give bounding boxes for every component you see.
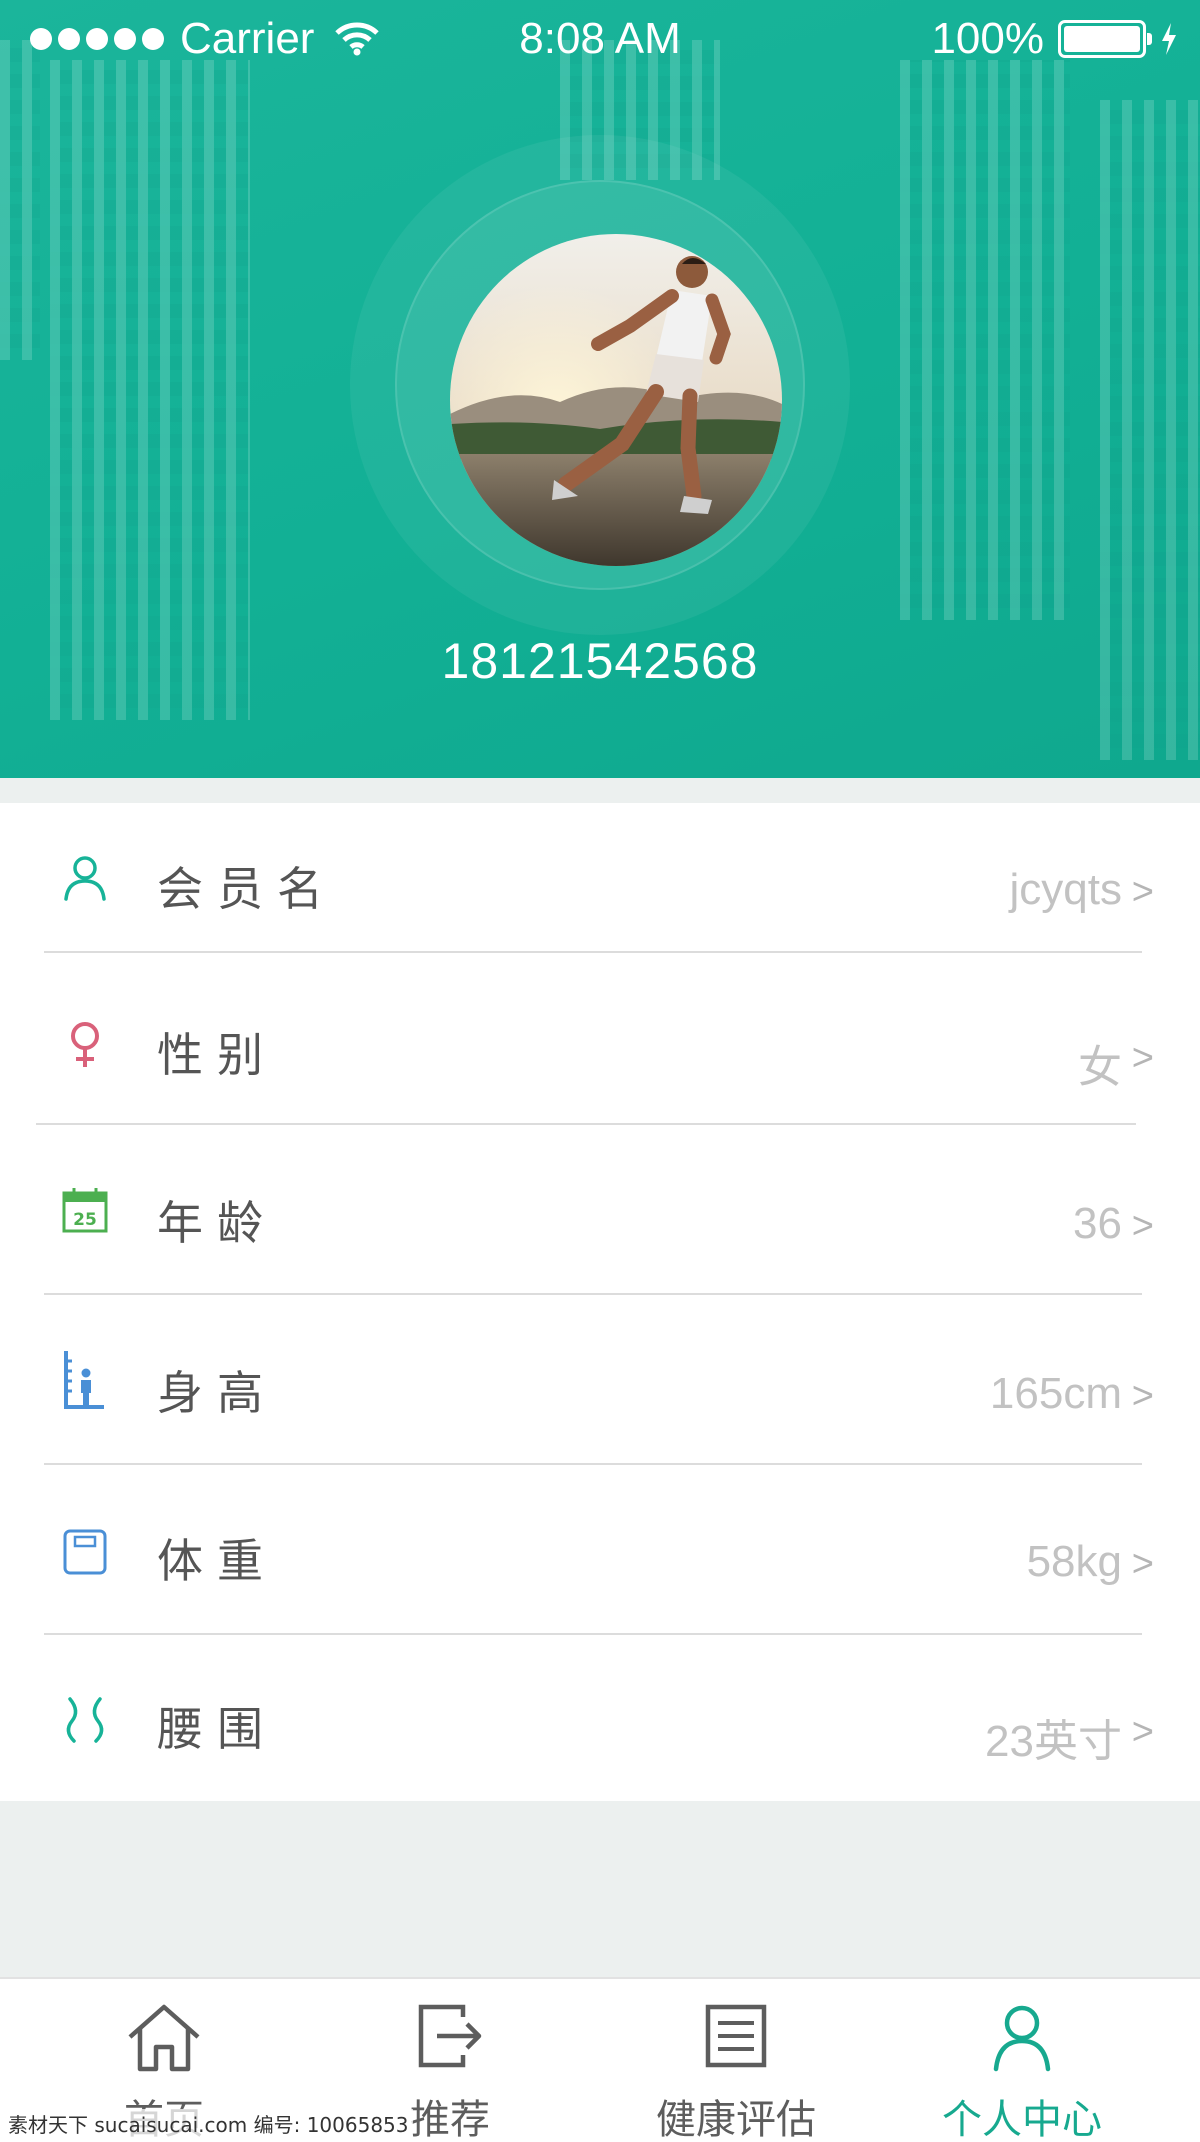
status-bar: Carrier 8:08 AM 100%: [0, 0, 1200, 80]
scale-icon: [63, 1529, 107, 1575]
row-member-name[interactable]: 会员名 jcyqts >: [0, 803, 1200, 971]
profile-info-list: 会员名 jcyqts > 性别 女 > 25 年龄 36 > 身高 165cm …: [0, 803, 1200, 1801]
row-value: 165cm: [989, 1369, 1122, 1418]
battery-icon: [1058, 20, 1152, 58]
row-label: 体重: [157, 1534, 277, 1588]
row-weight[interactable]: 体重 58kg >: [0, 1481, 1200, 1649]
building-decoration: [900, 60, 1070, 620]
battery-percent: 100%: [931, 14, 1044, 63]
divider: [44, 1633, 1142, 1635]
calendar-icon: 25: [62, 1188, 108, 1233]
tab-label: 健康评估: [656, 2097, 816, 2142]
divider: [44, 1463, 1142, 1465]
avatar[interactable]: [450, 234, 782, 566]
row-label: 会员名: [157, 862, 337, 916]
waist-icon: [66, 1697, 104, 1743]
row-age[interactable]: 25 年龄 36 >: [0, 1141, 1200, 1309]
chevron-right-icon: >: [1131, 1711, 1154, 1753]
user-icon: [64, 856, 106, 901]
row-value: 23英寸: [985, 1717, 1122, 1766]
calendar-day: 25: [73, 1210, 97, 1230]
chevron-right-icon: >: [1131, 1037, 1154, 1079]
building-decoration: [0, 40, 40, 360]
row-label: 腰围: [157, 1702, 277, 1756]
document-icon: [705, 2004, 767, 2068]
row-value: 女: [1078, 1043, 1122, 1092]
building-decoration: [50, 60, 250, 720]
chevron-right-icon: >: [1131, 1543, 1154, 1585]
divider: [36, 1123, 1136, 1125]
chevron-right-icon: >: [1131, 871, 1154, 913]
tab-health-assessment[interactable]: 健康评估: [586, 1979, 886, 2142]
row-value: 36: [1073, 1199, 1122, 1248]
row-value: jcyqts: [1009, 865, 1122, 914]
divider: [44, 1293, 1142, 1295]
share-icon: [418, 2004, 482, 2068]
profile-header: Carrier 8:08 AM 100% 18121542568: [0, 0, 1200, 778]
row-waist[interactable]: 腰围 23英寸 >: [0, 1651, 1200, 1819]
tab-personal-center[interactable]: 个人中心: [872, 1979, 1172, 2142]
watermark: 素材天下 sucaisucai.com 编号: 10065853: [4, 2109, 413, 2138]
row-label: 身高: [157, 1366, 277, 1420]
row-value: 58kg: [1026, 1537, 1122, 1586]
row-height[interactable]: 身高 165cm >: [0, 1311, 1200, 1479]
height-icon: [64, 1351, 104, 1409]
row-label: 年龄: [157, 1196, 277, 1250]
divider: [44, 951, 1142, 953]
row-gender[interactable]: 性别 女 >: [0, 971, 1200, 1139]
row-label: 性别: [157, 1028, 277, 1082]
charging-bolt-icon: [1162, 23, 1176, 55]
chevron-right-icon: >: [1131, 1375, 1154, 1417]
tab-label: 个人中心: [942, 2097, 1102, 2142]
phone-number: 18121542568: [441, 633, 759, 689]
runner-photo: [450, 234, 782, 566]
person-icon: [993, 2005, 1051, 2072]
chevron-right-icon: >: [1131, 1205, 1154, 1247]
home-icon: [128, 2004, 200, 2072]
female-icon: [71, 1022, 99, 1067]
